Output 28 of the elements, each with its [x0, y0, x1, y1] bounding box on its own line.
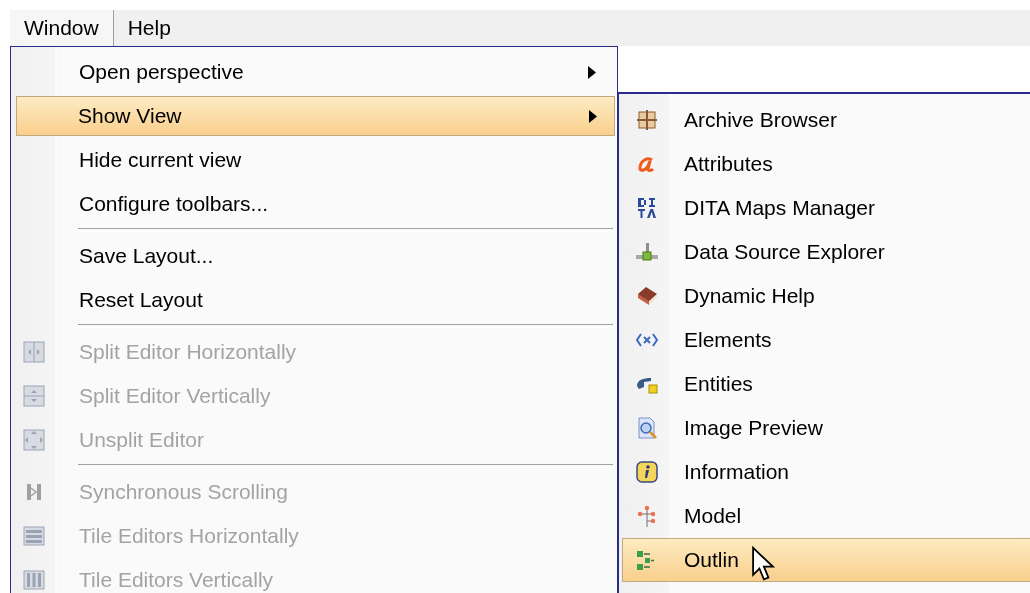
menu-item[interactable]: Reset Layout: [11, 278, 617, 322]
menu-item[interactable]: Configure toolbars...: [11, 182, 617, 226]
menu-item[interactable]: Outlin: [622, 538, 1030, 582]
menu-item[interactable]: Data Source Explorer: [622, 230, 1030, 274]
grid-icon: [634, 108, 659, 132]
tile-vertical-icon: [22, 568, 46, 592]
menu-item[interactable]: Save Layout...: [11, 234, 617, 278]
mouse-cursor-icon: [750, 546, 776, 582]
menu-bar-item[interactable]: Window: [10, 10, 114, 46]
connector-icon: [634, 240, 659, 264]
unsplit-icon: [22, 428, 46, 452]
menu-item[interactable]: Open perspective: [11, 50, 617, 94]
menu-item[interactable]: Hide current view: [11, 138, 617, 182]
split-horizontal-icon: [22, 340, 46, 364]
menu-item[interactable]: Model: [622, 494, 1030, 538]
info-icon: [634, 460, 659, 484]
tile-horizontal-icon: [22, 524, 46, 548]
split-vertical-icon: [22, 384, 46, 408]
menu-item[interactable]: Elements: [622, 318, 1030, 362]
menu-item[interactable]: Archive Browser: [622, 98, 1030, 142]
menu-item[interactable]: Dynamic Help: [622, 274, 1030, 318]
menu-item[interactable]: Image Preview: [622, 406, 1030, 450]
menu-bar-item[interactable]: Help: [113, 10, 186, 46]
menu-item[interactable]: Attributes: [622, 142, 1030, 186]
menu-item[interactable]: DITA Maps Manager: [622, 186, 1030, 230]
menu-item[interactable]: Information: [622, 450, 1030, 494]
menu-item[interactable]: Entities: [622, 362, 1030, 406]
menu-item[interactable]: Show View: [16, 96, 615, 136]
